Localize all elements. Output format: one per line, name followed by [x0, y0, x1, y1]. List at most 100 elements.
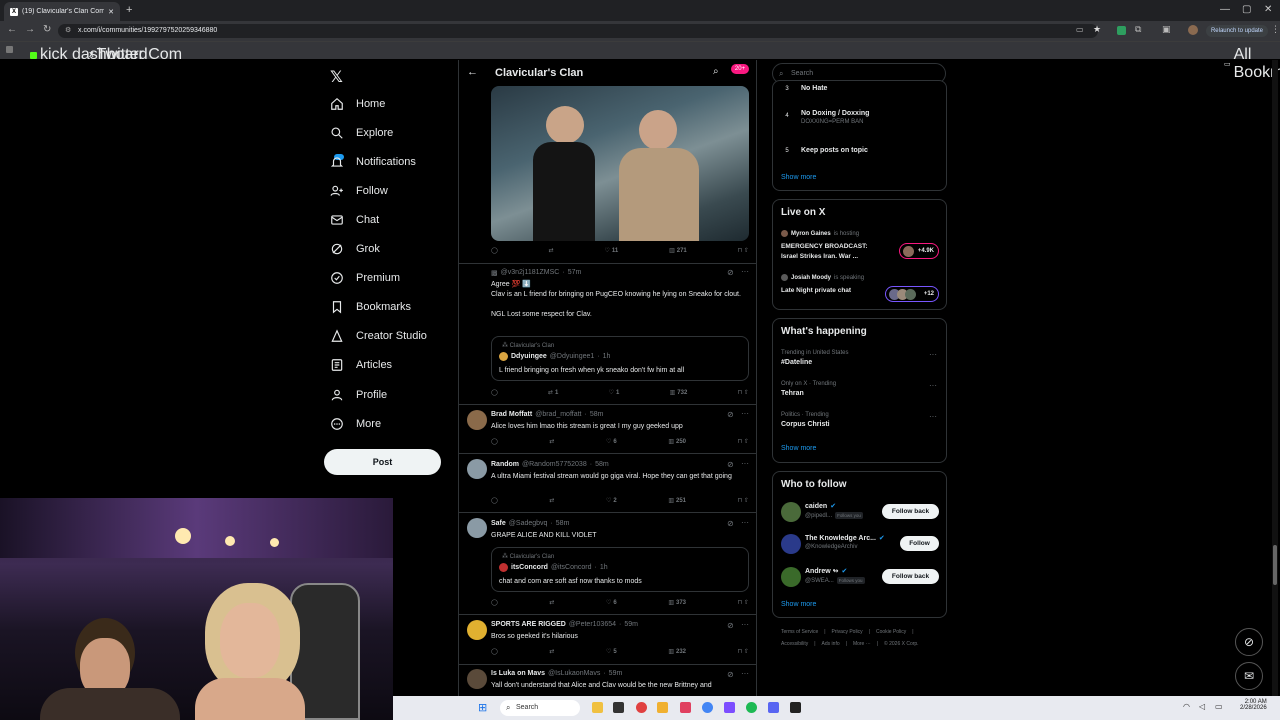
side-panel-icon[interactable]: ▣: [1162, 24, 1171, 35]
bookmark-icon[interactable]: ⊓ ⇧: [738, 247, 749, 254]
windows-start-icon[interactable]: ⊞: [478, 701, 487, 714]
grok-icon[interactable]: ⊘: [727, 519, 734, 528]
search-icon[interactable]: ⌕: [713, 66, 719, 77]
trend-item[interactable]: Only on X · Trending Tehran: [781, 381, 836, 397]
back-arrow-icon[interactable]: ←: [467, 66, 478, 78]
retweet-button[interactable]: ⇄ 1: [548, 389, 558, 397]
x-logo-icon[interactable]: 𝕏: [330, 67, 343, 87]
live-host[interactable]: Myron Gaines is hosting: [781, 230, 859, 237]
cast-icon[interactable]: ▭: [1076, 25, 1084, 34]
battery-icon[interactable]: ▭: [1215, 702, 1223, 711]
more-options-icon[interactable]: ···: [741, 459, 749, 468]
listener-count[interactable]: +12: [885, 286, 939, 302]
tweet-name[interactable]: Safe: [491, 520, 506, 527]
suggestion[interactable]: caiden ✔ @pipedl... Follows you: [805, 502, 863, 519]
profile-avatar-icon[interactable]: [1188, 25, 1198, 35]
nav-home[interactable]: Home: [330, 97, 385, 111]
tweet-handle[interactable]: @brad_moffatt: [535, 411, 581, 418]
avatar[interactable]: [467, 518, 487, 538]
avatar[interactable]: [781, 502, 801, 522]
live-host[interactable]: Josiah Moody is speaking: [781, 274, 864, 281]
views-button[interactable]: ▥ 732: [670, 389, 688, 397]
messages-fab-icon[interactable]: ✉: [1235, 662, 1263, 690]
quote-tweet[interactable]: ⁂ Clavicular's Clan Ddyuingee @Ddyuingee…: [491, 336, 749, 381]
bookmark-icon[interactable]: ⊓ ⇧: [738, 389, 749, 396]
forward-icon[interactable]: →: [25, 24, 35, 35]
app-icon[interactable]: [613, 702, 624, 713]
bookmark-icon[interactable]: ⊓ ⇧: [738, 599, 749, 606]
views-button[interactable]: ▥ 232: [668, 648, 686, 656]
bookmark-icon[interactable]: ⊓ ⇧: [738, 497, 749, 504]
grok-icon[interactable]: ⊘: [727, 460, 734, 469]
nav-follow[interactable]: Follow: [330, 184, 388, 198]
taskbar-search[interactable]: ⌕ Search: [500, 700, 580, 716]
apps-grid-icon[interactable]: [6, 46, 13, 53]
footer-link[interactable]: More ···: [853, 641, 871, 647]
grok-fab-icon[interactable]: ⊘: [1235, 628, 1263, 656]
retweet-icon[interactable]: ⇄: [549, 247, 554, 254]
reload-icon[interactable]: ↻: [43, 24, 51, 35]
live-title-text[interactable]: EMERGENCY BROADCAST: Israel Strikes Iran…: [781, 242, 886, 262]
tweet-name[interactable]: Is Luka on Mavs: [491, 670, 545, 677]
like-button[interactable]: ♡ 1: [609, 389, 620, 397]
menu-kebab-icon[interactable]: ⋮: [1271, 24, 1280, 35]
grok-icon[interactable]: ⊘: [727, 268, 734, 277]
bookmark-star-icon[interactable]: ★: [1093, 24, 1101, 35]
trend-item[interactable]: Trending in United States #Dateline: [781, 350, 848, 366]
nav-chat[interactable]: Chat: [330, 213, 379, 227]
grok-icon[interactable]: ⊘: [727, 621, 734, 630]
footer-link[interactable]: Cookie Policy: [876, 629, 906, 635]
bookmark-icon[interactable]: ⊓ ⇧: [738, 648, 749, 655]
like-button[interactable]: ♡ 2: [606, 497, 617, 505]
more-options-icon[interactable]: ···: [929, 381, 937, 390]
avatar[interactable]: [467, 410, 487, 430]
retweet-icon[interactable]: ⇄: [549, 599, 554, 606]
follow-back-button[interactable]: Follow back: [882, 569, 939, 584]
taskbar-clock[interactable]: 2:00 AM 2/28/2026: [1240, 699, 1267, 711]
tweet-time[interactable]: 58m: [595, 461, 609, 468]
avatar[interactable]: [467, 669, 487, 689]
network-icon[interactable]: ◠: [1183, 702, 1190, 711]
show-more-link[interactable]: Show more: [781, 174, 816, 181]
more-options-icon[interactable]: ···: [741, 409, 749, 418]
back-icon[interactable]: ←: [7, 24, 17, 35]
listener-count[interactable]: +4.9K: [899, 243, 939, 259]
more-options-icon[interactable]: ···: [929, 350, 937, 359]
like-button[interactable]: ♡ 5: [606, 648, 617, 656]
tweet-time[interactable]: 58m: [556, 520, 570, 527]
tweet-time[interactable]: 57m: [568, 269, 582, 277]
follow-back-button[interactable]: Follow back: [882, 504, 939, 519]
nav-grok[interactable]: Grok: [330, 242, 380, 256]
more-options-icon[interactable]: ···: [741, 518, 749, 527]
tweet-handle[interactable]: @v3n2j1181ZMSC: [501, 269, 560, 277]
retweet-icon[interactable]: ⇄: [549, 438, 554, 445]
like-button[interactable]: ♡ 11: [604, 247, 618, 255]
app-icon[interactable]: [636, 702, 647, 713]
address-bar[interactable]: ⚙ x.com/i/communities/199279752025934688…: [58, 24, 1098, 38]
chrome-icon[interactable]: [702, 702, 713, 713]
nav-more[interactable]: More: [330, 417, 381, 431]
scrollbar-thumb[interactable]: [1273, 545, 1277, 585]
new-tab-icon[interactable]: +: [126, 4, 132, 16]
discord-icon[interactable]: [768, 702, 779, 713]
close-tab-icon[interactable]: ✕: [108, 8, 114, 16]
views-button[interactable]: ▥ 271: [669, 247, 687, 255]
avatar[interactable]: [781, 534, 801, 554]
task-view-icon[interactable]: [592, 702, 603, 713]
extension-icon[interactable]: [1117, 26, 1126, 35]
app-icon[interactable]: [724, 702, 735, 713]
show-more-link[interactable]: Show more: [781, 445, 816, 452]
nav-premium[interactable]: Premium: [330, 271, 400, 285]
footer-link[interactable]: Ads info: [822, 641, 840, 647]
more-options-icon[interactable]: ···: [741, 267, 749, 276]
retweet-icon[interactable]: ⇄: [549, 648, 554, 655]
tweet-name[interactable]: Brad Moffatt: [491, 411, 532, 418]
extensions-puzzle-icon[interactable]: ⧉: [1135, 24, 1141, 35]
bookmark-icon[interactable]: ⊓ ⇧: [738, 438, 749, 445]
reply-icon[interactable]: ◯: [491, 599, 498, 606]
browser-tab[interactable]: X (19) Clavicular's Clan Communi... ✕: [4, 2, 120, 21]
close-window-icon[interactable]: ✕: [1264, 4, 1272, 15]
site-info-icon[interactable]: ⚙: [65, 26, 71, 34]
like-button[interactable]: ♡ 6: [606, 438, 617, 446]
grok-icon[interactable]: ⊘: [727, 410, 734, 419]
